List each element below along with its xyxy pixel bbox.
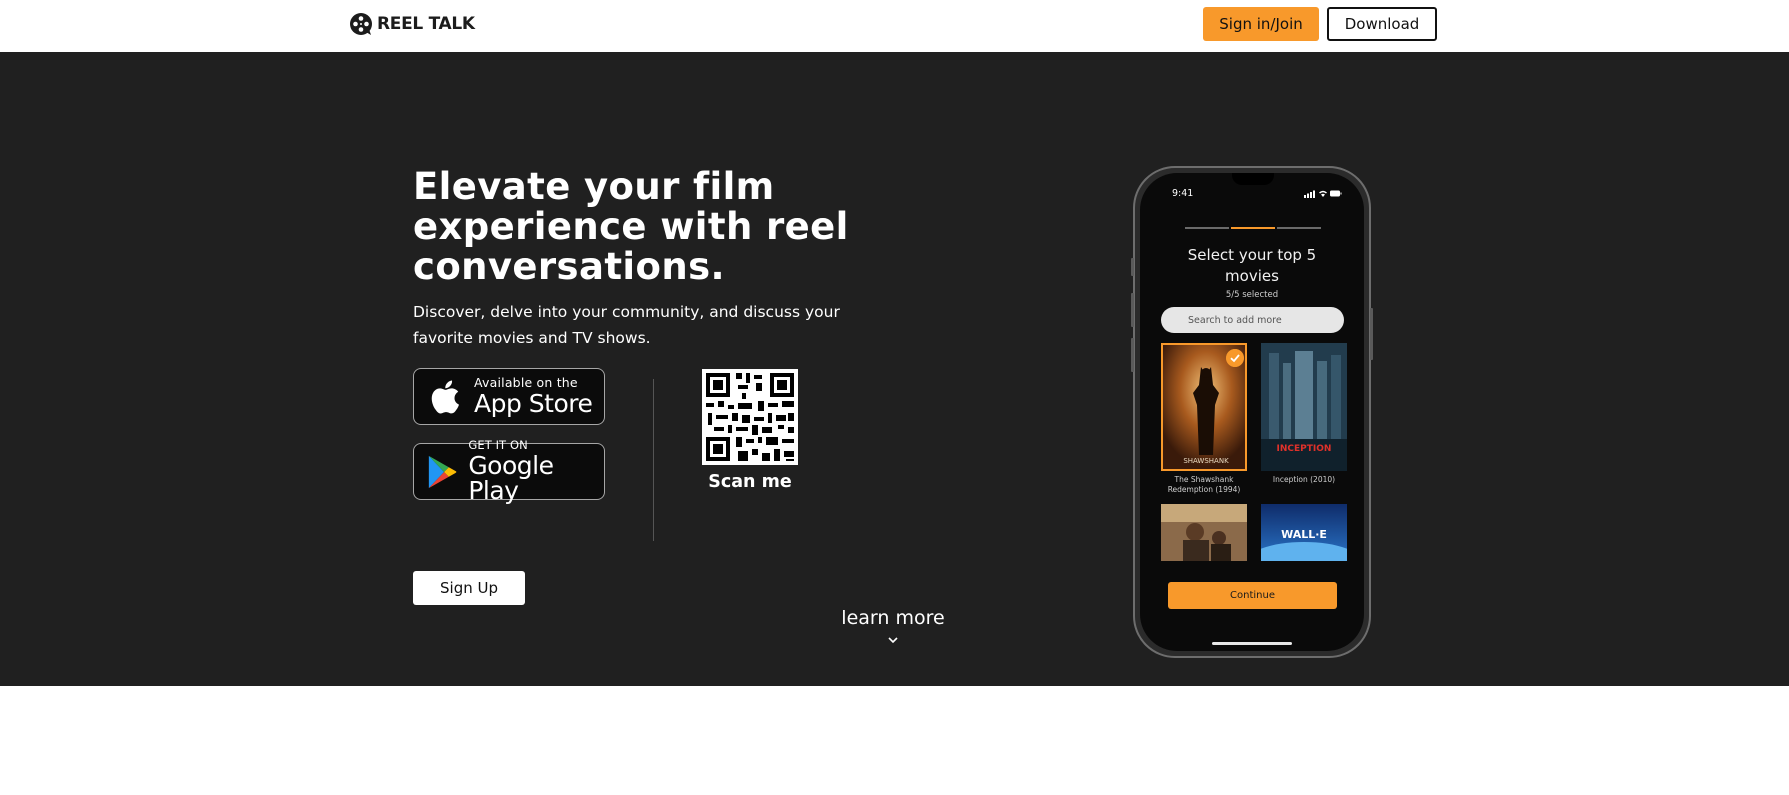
phone-screen-title: Select your top 5 movies <box>1187 246 1317 285</box>
vertical-divider <box>653 379 654 541</box>
walle-poster-art: WALL·E <box>1261 504 1347 561</box>
brand-logo[interactable]: REEL TALK <box>349 10 475 38</box>
app-store-small-label: Available on the <box>474 375 578 391</box>
app-store-big-label: App Store <box>474 388 593 418</box>
google-play-button[interactable]: GET IT ON Google Play <box>413 440 605 503</box>
phone-power-button <box>1370 308 1373 360</box>
sign-in-join-button[interactable]: Sign in/Join <box>1203 7 1319 41</box>
phone-mockup: 9:41 Select your top 5 movies 5/5 select… <box>1131 166 1373 658</box>
hero-section: Elevate your film experience with reel c… <box>0 52 1789 686</box>
inception-poster-title: INCEPTION <box>1277 444 1332 454</box>
phone-volume-down-button <box>1131 338 1134 372</box>
phone-screen: 9:41 Select your top 5 movies 5/5 select… <box>1140 173 1364 651</box>
phone-search-input[interactable]: Search to add more <box>1161 307 1344 333</box>
google-play-text: GET IT ON Google Play <box>468 440 604 503</box>
google-play-big-label: Google Play <box>468 450 554 505</box>
qr-code[interactable] <box>702 369 798 465</box>
shawshank-poster-title: SHAWSHANK <box>1183 457 1229 465</box>
progress-step-3 <box>1277 227 1321 229</box>
scan-me-label: Scan me <box>708 472 792 492</box>
phone-volume-up-button <box>1131 293 1134 327</box>
phone-notch <box>1232 173 1274 185</box>
hero-subhead: Discover, delve into your community, and… <box>413 303 840 347</box>
progress-step-1 <box>1185 227 1229 229</box>
app-store-text: Available on the App Store <box>474 375 593 418</box>
brand-name: REEL TALK <box>377 14 475 34</box>
phone-selection-count: 5/5 selected <box>1225 290 1279 300</box>
apple-icon <box>431 380 459 414</box>
phone-continue-button[interactable]: Continue <box>1168 582 1337 609</box>
movie-label-inception: Inception (2010) <box>1272 475 1336 484</box>
phone-home-indicator <box>1212 642 1292 645</box>
progress-step-2 <box>1231 227 1275 229</box>
inception-poster-art: INCEPTION <box>1261 343 1347 471</box>
sign-up-button[interactable]: Sign Up <box>413 571 525 605</box>
phone-time: 9:41 <box>1172 188 1194 199</box>
hero-headline: Elevate your film experience with reel c… <box>413 165 849 288</box>
walle-poster-title: WALL·E <box>1281 528 1327 541</box>
film-reel-icon <box>350 13 372 35</box>
movie-poster-third[interactable] <box>1161 504 1247 561</box>
selected-check-icon <box>1226 349 1244 367</box>
app-store-button[interactable]: Available on the App Store <box>413 368 605 425</box>
movie-poster-walle[interactable]: WALL·E <box>1261 504 1347 561</box>
movie-label-shawshank: The Shawshank Redemption (1994) <box>1167 475 1241 494</box>
status-icons <box>1304 190 1342 198</box>
top-nav: REEL TALK Sign in/Join Download <box>0 0 1789 52</box>
download-button[interactable]: Download <box>1327 7 1437 41</box>
third-poster-art <box>1161 504 1247 561</box>
movie-poster-inception[interactable]: INCEPTION <box>1261 343 1347 471</box>
learn-more-link[interactable]: learn more <box>833 607 953 629</box>
phone-mute-button <box>1131 258 1134 276</box>
google-play-icon <box>428 455 457 488</box>
chevron-down-icon[interactable] <box>885 635 901 645</box>
